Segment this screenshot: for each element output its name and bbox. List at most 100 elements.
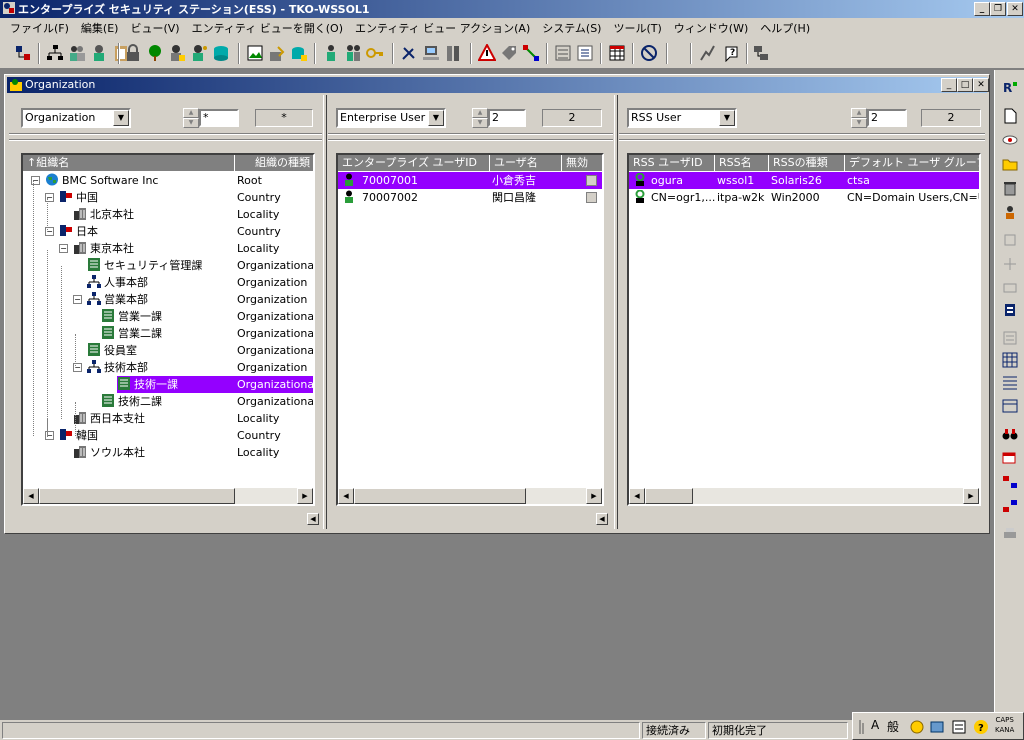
ime-tool-1-icon[interactable] [909, 719, 925, 735]
disabled-tool-1-icon[interactable] [1002, 232, 1018, 248]
persons-icon[interactable] [344, 44, 362, 62]
org-tree-icon[interactable] [46, 44, 64, 62]
ime-help-icon[interactable]: ? [973, 719, 989, 735]
column-header-org-type[interactable]: 組織の種類 [235, 155, 313, 171]
hierarchy-view-icon[interactable] [14, 44, 32, 62]
network-icon[interactable] [752, 44, 770, 62]
lock-icon[interactable] [124, 44, 142, 62]
ent-horizontal-scrollbar[interactable]: ◀ ▶ [338, 488, 602, 504]
ime-grip-icon[interactable] [857, 719, 871, 735]
column-header-default-group[interactable]: デフォルト ユーザ グループ [845, 155, 979, 171]
user-props-icon[interactable] [1002, 204, 1018, 220]
r-logo-icon[interactable]: R [1002, 80, 1018, 96]
disabled-checkbox[interactable] [586, 175, 597, 186]
move-down-icon[interactable] [1002, 498, 1018, 514]
tools-icon[interactable] [400, 44, 418, 62]
org-filter-field[interactable]: * [199, 109, 239, 127]
rss-user-list[interactable]: RSS ユーザID RSS名 RSSの種類 デフォルト ユーザ グループ ogu… [627, 153, 981, 506]
database-icon[interactable] [212, 44, 230, 62]
scroll-thumb[interactable] [354, 488, 526, 504]
tree-node-sales[interactable]: − 営業本部 Organization [23, 291, 313, 308]
delete-icon[interactable] [1002, 180, 1018, 196]
enterprise-user-row[interactable]: 70007002 関口昌隆 [338, 189, 602, 206]
tree-node-sales-1[interactable]: 営業一課 Organizational [23, 308, 313, 325]
combo-dropdown-arrow-icon[interactable]: ▼ [719, 110, 735, 126]
tree-node-engineering-1[interactable]: 技術一課 Organizational [117, 376, 313, 393]
tree-node-hr[interactable]: 人事本部 Organization [23, 274, 313, 291]
restore-button[interactable]: ❐ [990, 2, 1006, 16]
db-lock-icon[interactable] [290, 44, 308, 62]
scroll-right-icon[interactable]: ▶ [297, 488, 313, 504]
rss-user-row[interactable]: CN=ogr1,... itpa-w2k Win2000 CN=Domain User… [629, 189, 979, 206]
menu-help[interactable]: ヘルプ(H) [754, 20, 816, 36]
tree-node-beijing-hq[interactable]: 北京本社 Locality [23, 206, 313, 223]
ent-spinner[interactable]: ▲ ▼ [472, 108, 488, 128]
menu-file[interactable]: ファイル(F) [4, 20, 75, 36]
menu-tools[interactable]: ツール(T) [607, 20, 667, 36]
ime-mode-icon[interactable]: A [871, 718, 879, 732]
rss-filter-field[interactable]: 2 [867, 109, 907, 127]
enterprise-user-list[interactable]: エンタープライズ ユーザID ユーザ名 無効 70007001 小倉秀吉 70007… [336, 153, 604, 506]
pane-collapse-icon[interactable]: ◀ [596, 513, 608, 525]
new-document-icon[interactable] [1002, 108, 1018, 124]
menu-entity-view-action[interactable]: エンティティ ビュー アクション(A) [349, 20, 536, 36]
menu-edit[interactable]: 編集(E) [75, 20, 125, 36]
close-button[interactable]: ✕ [1007, 2, 1023, 16]
users-icon[interactable] [68, 44, 86, 62]
key-icon[interactable] [366, 44, 384, 62]
menu-view[interactable]: ビュー(V) [124, 20, 185, 36]
rss-user-combo[interactable]: RSS User ▼ [627, 108, 737, 128]
rss-horizontal-scrollbar[interactable]: ◀ ▶ [629, 488, 979, 504]
organization-tree-list[interactable]: ↑組織名 組織の種類 − BMC Software Inc Root − 中国 Count… [21, 153, 315, 506]
tree-node-sales-2[interactable]: 営業二課 Organizational [23, 325, 313, 342]
organization-type-combo[interactable]: Organization ▼ [21, 108, 131, 128]
disabled-checkbox[interactable] [586, 192, 597, 203]
org-horizontal-scrollbar[interactable]: ◀ ▶ [23, 488, 313, 504]
user-group-icon[interactable] [90, 44, 108, 62]
warning-icon[interactable] [478, 44, 496, 62]
column-header-disabled[interactable]: 無効 [562, 155, 602, 171]
disabled-tool-2-icon[interactable] [1002, 256, 1018, 272]
tree-node-korea[interactable]: − 韓国 Country [23, 427, 313, 444]
tree-node-china[interactable]: − 中国 Country [23, 189, 313, 206]
user-lock-icon[interactable] [168, 44, 186, 62]
computer-icon[interactable] [422, 44, 440, 62]
tree-node-root[interactable]: − BMC Software Inc Root [23, 172, 313, 189]
edit-lock-icon[interactable] [268, 44, 286, 62]
combo-dropdown-arrow-icon[interactable]: ▼ [113, 110, 129, 126]
server-icon[interactable] [444, 44, 462, 62]
scroll-left-icon[interactable]: ◀ [23, 488, 39, 504]
scroll-right-icon[interactable]: ▶ [586, 488, 602, 504]
ime-tool-2-icon[interactable] [929, 719, 945, 735]
tree-node-engineering-2[interactable]: 技術二課 Organizational [23, 393, 313, 410]
child-minimize-button[interactable]: _ [941, 78, 957, 92]
tree-node-japan[interactable]: − 日本 Country [23, 223, 313, 240]
list-view-icon[interactable] [1002, 374, 1018, 390]
child-close-button[interactable]: ✕ [973, 78, 989, 92]
tree-node-west-japan[interactable]: 西日本支社 Locality [23, 410, 313, 427]
stop-icon[interactable] [640, 44, 658, 62]
properties-icon[interactable] [576, 44, 594, 62]
column-header-ent-user-id[interactable]: エンタープライズ ユーザID [338, 155, 490, 171]
child-maximize-button[interactable]: □ [957, 78, 973, 92]
user-key-icon[interactable] [190, 44, 208, 62]
rss-spinner[interactable]: ▲ ▼ [851, 108, 867, 128]
tree-node-executive-office[interactable]: 役員室 Organizational [23, 342, 313, 359]
grid-icon[interactable] [608, 44, 626, 62]
tree-node-engineering[interactable]: − 技術本部 Organization [23, 359, 313, 376]
view-icon[interactable] [1002, 132, 1018, 148]
tree-expander-icon[interactable]: − [59, 244, 68, 253]
open-folder-icon[interactable] [1002, 156, 1018, 172]
connect-icon[interactable] [522, 44, 540, 62]
run-icon[interactable] [698, 44, 716, 62]
minimize-button[interactable]: _ [974, 2, 990, 16]
cabinet-icon[interactable] [1002, 302, 1018, 318]
ent-filter-field[interactable]: 2 [488, 109, 526, 127]
tree-node-security-admin[interactable]: セキュリティ管理課 Organizational [23, 257, 313, 274]
enterprise-user-combo[interactable]: Enterprise User ▼ [336, 108, 446, 128]
column-header-rss-user-id[interactable]: RSS ユーザID [629, 155, 715, 171]
tree-node-seoul-hq[interactable]: ソウル本社 Locality [23, 444, 313, 461]
detail-view-icon[interactable] [1002, 398, 1018, 414]
menu-system[interactable]: システム(S) [536, 20, 607, 36]
menu-open-entity-view[interactable]: エンティティ ビューを開く(O) [186, 20, 349, 36]
